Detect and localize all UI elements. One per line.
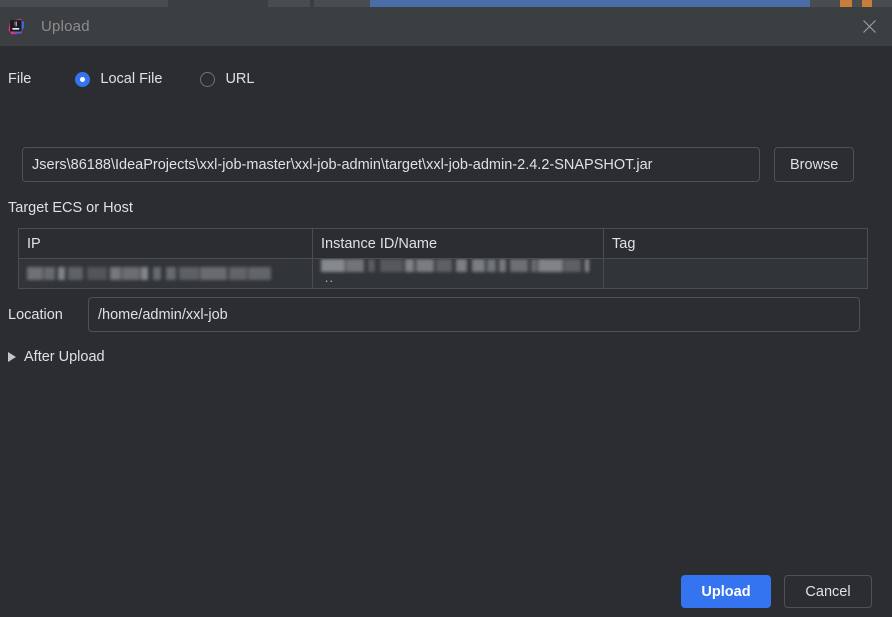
table-header-row: IP Instance ID/Name Tag	[19, 229, 867, 259]
radio-local-file[interactable]: Local File	[75, 71, 162, 87]
cancel-button[interactable]: Cancel	[784, 575, 872, 608]
table-row[interactable]: ..	[19, 258, 867, 288]
cell-overflow-ellipsis: ..	[324, 270, 334, 285]
file-label: File	[8, 71, 32, 87]
location-input[interactable]	[88, 297, 860, 332]
column-header-ip[interactable]: IP	[19, 229, 313, 259]
cell-ip[interactable]	[19, 258, 313, 288]
radio-url[interactable]: URL	[200, 71, 254, 87]
location-label: Location	[8, 306, 63, 323]
file-path-row: Browse	[22, 147, 870, 182]
cell-instance[interactable]: ..	[312, 258, 604, 288]
close-icon[interactable]	[846, 7, 892, 46]
upload-dialog: IJ Upload File Local File URL Jsers\8618…	[0, 7, 892, 617]
file-source-row: File Local File URL	[8, 71, 254, 87]
upload-button[interactable]: Upload	[681, 575, 771, 608]
after-upload-section-toggle[interactable]: After Upload	[8, 349, 105, 365]
dialog-title: Upload	[41, 18, 90, 35]
triangle-right-icon	[8, 352, 16, 362]
browse-button[interactable]: Browse	[774, 147, 855, 182]
column-header-instance[interactable]: Instance ID/Name	[312, 229, 604, 259]
cell-tag[interactable]	[603, 258, 867, 288]
radio-local-file-label: Local File	[100, 71, 163, 87]
file-path-input[interactable]	[22, 147, 760, 182]
dialog-body: File Local File URL Browse Target ECS or…	[0, 46, 892, 617]
radio-selected-icon	[75, 71, 91, 87]
svg-text:IJ: IJ	[14, 22, 18, 28]
target-hosts-table: IP Instance ID/Name Tag ..	[18, 228, 868, 289]
redacted-instance-value	[321, 259, 589, 272]
intellij-idea-icon: IJ	[8, 18, 25, 35]
target-section-label: Target ECS or Host	[8, 200, 133, 216]
background-window-strip	[0, 0, 892, 7]
column-header-tag[interactable]: Tag	[603, 229, 867, 259]
file-source-radio-group: Local File URL	[31, 71, 254, 87]
location-row: Location	[8, 297, 868, 332]
dialog-titlebar: IJ Upload	[0, 7, 892, 46]
after-upload-label: After Upload	[24, 349, 105, 365]
radio-unselected-icon	[200, 71, 216, 87]
radio-url-label: URL	[225, 71, 255, 87]
dialog-footer: Upload Cancel	[681, 575, 872, 608]
redacted-ip-value	[27, 267, 273, 280]
